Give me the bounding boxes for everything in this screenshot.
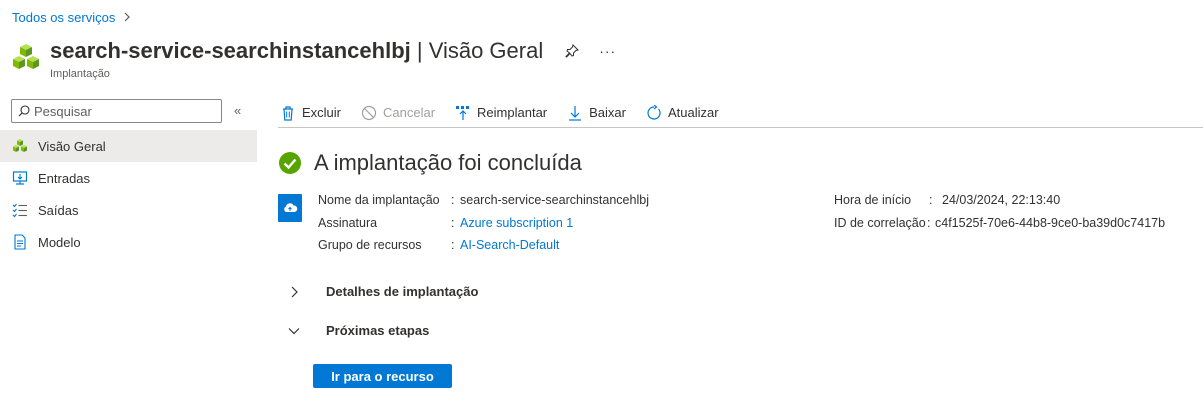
collapse-menu-icon[interactable]: « — [234, 103, 241, 118]
next-steps-label: Próximas etapas — [326, 323, 430, 338]
delete-button[interactable]: Excluir — [278, 99, 343, 127]
download-button[interactable]: Baixar — [565, 99, 628, 127]
cancel-icon — [361, 105, 377, 120]
info-row-deployment-name: Nome da implantação : search-service-sea… — [318, 189, 649, 212]
redeploy-button[interactable]: Reimplantar — [453, 99, 549, 127]
nav-item-outputs[interactable]: Saídas — [0, 194, 257, 226]
pin-icon[interactable] — [565, 44, 580, 58]
info-separator: : — [929, 193, 933, 208]
deployment-details-expander[interactable]: Detalhes de implantação — [286, 284, 478, 299]
outputs-icon — [12, 202, 28, 218]
breadcrumb-all-services[interactable]: Todos os serviços — [12, 10, 115, 25]
resource-group-link[interactable]: AI-Search-Default — [460, 238, 559, 252]
trash-icon — [283, 105, 293, 121]
page-title: search-service-searchinstancehlbj | Visã… — [50, 38, 543, 64]
redeploy-icon — [456, 105, 470, 120]
template-icon — [12, 234, 28, 250]
nav-item-overview[interactable]: Visão Geral — [0, 130, 257, 162]
overview-icon — [12, 138, 28, 154]
info-label: Assinatura — [318, 215, 378, 230]
deployment-name-value: search-service-searchinstancehlbj — [460, 193, 649, 208]
info-label: Hora de início — [834, 193, 912, 208]
command-bar: Excluir Cancelar Reimplantar Baixar Atua… — [278, 98, 1203, 128]
search-icon — [18, 105, 30, 117]
refresh-label: Atualizar — [668, 105, 719, 120]
info-separator: : — [451, 215, 455, 230]
deployment-details-label: Detalhes de implantação — [326, 284, 479, 299]
deployment-timing-info: Hora de início : 24/03/2024, 22:13:40 ID… — [834, 189, 1165, 234]
resource-group-cubes-icon — [13, 44, 39, 69]
more-options-icon[interactable]: ··· — [599, 43, 616, 59]
page-title-resource: search-service-searchinstancehlbj — [50, 38, 411, 63]
info-label: ID de correlação — [834, 215, 926, 230]
info-separator: : — [927, 215, 931, 230]
info-row-resource-group: Grupo de recursos : AI-Search-Default — [318, 234, 649, 257]
cancel-label: Cancelar — [383, 105, 436, 120]
nav-item-label: Visão Geral — [38, 138, 106, 154]
nav-item-label: Saídas — [38, 202, 79, 218]
cancel-button[interactable]: Cancelar — [359, 99, 437, 127]
start-time-value: 24/03/2024, 22:13:40 — [942, 193, 1061, 208]
deployment-status: A implantação foi concluída — [278, 150, 582, 176]
chevron-right-icon — [123, 11, 131, 25]
info-label: Nome da implantação — [318, 193, 440, 208]
go-to-resource-button[interactable]: Ir para o recurso — [313, 364, 452, 388]
search-input[interactable] — [34, 103, 214, 119]
page-header: search-service-searchinstancehlbj | Visã… — [12, 38, 616, 80]
nav-item-label: Modelo — [38, 234, 81, 250]
chevron-right-icon — [286, 286, 302, 298]
next-steps-expander[interactable]: Próximas etapas — [286, 323, 429, 338]
download-icon — [569, 105, 582, 121]
inputs-icon — [12, 170, 28, 186]
left-nav: Visão Geral Entradas Saídas Modelo — [0, 130, 257, 258]
success-check-icon — [279, 152, 301, 174]
nav-item-label: Entradas — [38, 170, 91, 186]
chevron-down-icon — [286, 326, 302, 336]
nav-item-inputs[interactable]: Entradas — [0, 162, 257, 194]
deployment-info: Nome da implantação : search-service-sea… — [318, 189, 649, 257]
subscription-link[interactable]: Azure subscription 1 — [460, 216, 573, 230]
info-row-subscription: Assinatura : Azure subscription 1 — [318, 212, 649, 235]
correlation-id-value: c4f1525f-70e6-44b8-9ce0-ba39d0c7417b — [935, 215, 1166, 230]
info-separator: : — [451, 193, 455, 208]
download-label: Baixar — [589, 105, 626, 120]
info-row-start-time: Hora de início : 24/03/2024, 22:13:40 — [834, 189, 1165, 212]
redeploy-label: Reimplantar — [477, 105, 548, 120]
info-separator: : — [451, 238, 455, 253]
page-title-section: | Visão Geral — [410, 38, 544, 63]
refresh-icon — [647, 104, 661, 120]
refresh-button[interactable]: Atualizar — [644, 99, 721, 127]
search-box[interactable] — [11, 99, 222, 123]
page-subtitle: Implantação — [50, 68, 110, 80]
info-label: Grupo de recursos — [318, 238, 422, 253]
info-row-correlation-id: ID de correlação : c4f1525f-70e6-44b8-9c… — [834, 212, 1165, 235]
nav-item-template[interactable]: Modelo — [0, 226, 257, 258]
deployment-cloud-icon — [278, 194, 302, 222]
status-heading: A implantação foi concluída — [314, 150, 582, 175]
delete-label: Excluir — [302, 105, 342, 120]
breadcrumb: Todos os serviços — [12, 10, 131, 25]
